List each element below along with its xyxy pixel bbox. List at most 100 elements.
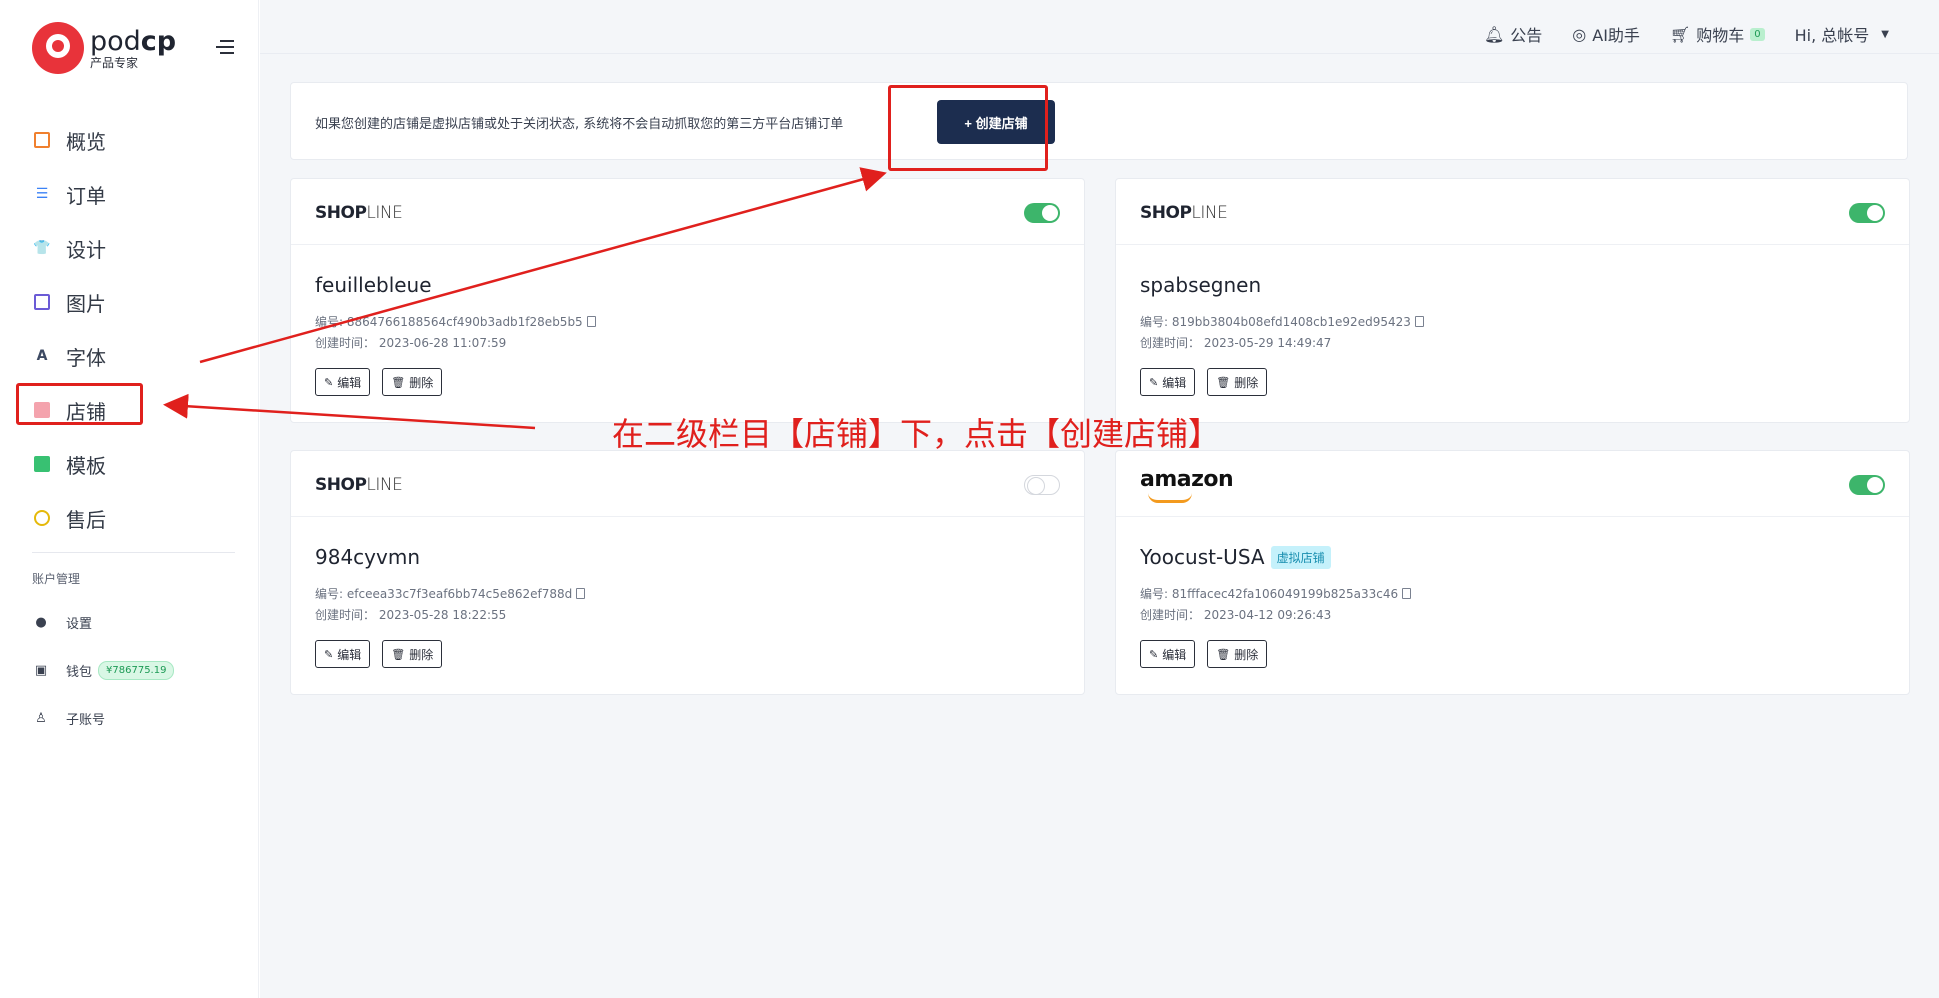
edit-icon: ✎ [324,648,334,661]
sidebar-item-label: 子账号 [66,712,106,728]
virtual-store-badge: 虚拟店铺 [1270,545,1331,569]
annotation-text: 在二级栏目【店铺】下，点击【创建店铺】 [612,415,1221,453]
overview-icon [34,132,50,148]
account-nav: ● 设置 ▣ 钱包 ¥786775.19 ♙ 子账号 [0,598,259,742]
caret-down-icon: ▼ [1881,28,1889,40]
store-id: 编号: 8864766188564cf490b3adb1f28eb5b5 [315,313,596,330]
shop-menu-highlight-box [16,383,143,425]
copy-icon[interactable] [576,588,586,599]
delete-button[interactable]: 🗑︎ 删除 [1207,640,1268,668]
sidebar-item-label: 钱包 [66,664,93,680]
bell-icon: 🔔︎ [1483,24,1505,44]
edit-button[interactable]: ✎ 编辑 [315,368,371,396]
store-name: spabsegnen [1140,273,1262,297]
sidebar-item-wallet[interactable]: ▣ 钱包 ¥786775.19 [0,646,259,694]
sidebar-item-fonts[interactable]: A 字体 [0,329,259,383]
cart-icon: 🛒︎ [1669,24,1691,44]
store-created-time: 创建时间： 2023-04-12 09:26:43 [1140,608,1332,622]
sidebar-item-design[interactable]: 👕 设计 [0,221,259,275]
sidebar-item-label: 设计 [66,237,106,262]
delete-button[interactable]: 🗑︎ 删除 [1207,368,1268,396]
amazon-logo: amazon [1140,467,1234,492]
edit-icon: ✎ [1149,648,1159,661]
sidebar-divider [32,552,235,553]
store-card: SHOPLINE spabsegnen 编号: 819bb3804b08efd1… [1115,178,1910,423]
wallet-icon: ▣ [34,662,48,678]
image-icon [34,294,50,310]
store-card: amazon Yoocust-USA 虚拟店铺 编号: 81fffacec42fa… [1115,450,1910,695]
sidebar-item-label: 设置 [66,616,93,632]
store-enabled-toggle[interactable] [1849,203,1885,223]
store-id: 编号: efceea33c7f3eaf6bb74c5e862ef788d [315,585,586,602]
podcp-logo-icon [32,22,84,74]
store-created-time: 创建时间： 2023-05-28 18:22:55 [315,608,507,622]
store-id: 编号: 81fffacec42fa106049199b825a33c46 [1140,585,1412,602]
trash-icon: 🗑︎ [1216,376,1231,389]
cart-link[interactable]: 🛒︎ 购物车 0 [1670,22,1765,46]
store-name: Yoocust-USA 虚拟店铺 [1140,545,1331,569]
create-button-highlight-box [888,85,1048,171]
store-enabled-toggle[interactable] [1024,475,1060,495]
sidebar-item-orders[interactable]: ☰ 订单 [0,167,259,221]
delete-button[interactable]: 🗑︎ 删除 [382,640,443,668]
sidebar-item-images[interactable]: 图片 [0,275,259,329]
collapse-menu-icon[interactable] [216,40,236,56]
notice-link[interactable]: 🔔︎ 公告 [1484,22,1542,46]
trash-icon: 🗑︎ [391,376,406,389]
sidebar-item-settings[interactable]: ● 设置 [0,598,259,646]
tshirt-icon: 👕 [33,240,51,256]
ai-assistant-link[interactable]: ◎ AI助手 [1572,22,1640,46]
notice-bar: 如果您创建的店铺是虚拟店铺或处于关闭状态, 系统将不会自动抓取您的第三方平台店铺… [290,82,1908,160]
notice-text: 如果您创建的店铺是虚拟店铺或处于关闭状态, 系统将不会自动抓取您的第三方平台店铺… [315,117,844,132]
brand-subtitle: 产品专家 [90,55,139,70]
sidebar-item-label: 图片 [66,291,106,316]
delete-button[interactable]: 🗑︎ 删除 [382,368,443,396]
sidebar-item-label: 概览 [66,129,106,154]
sidebar-item-aftersale[interactable]: 售后 [0,491,259,545]
store-card: SHOPLINE feuillebleue 编号: 8864766188564c… [290,178,1085,423]
store-enabled-toggle[interactable] [1849,475,1885,495]
sidebar-item-label: 字体 [66,345,106,370]
copy-icon[interactable] [586,316,596,327]
user-icon: ● [35,614,47,630]
shopline-logo: SHOPLINE [1140,203,1228,223]
edit-button[interactable]: ✎ 编辑 [1140,368,1196,396]
store-name: feuillebleue [315,273,432,297]
store-id: 编号: 819bb3804b08efd1408cb1e92ed95423 [1140,313,1424,330]
account-section-title: 账户管理 [32,572,81,586]
sidebar-item-label: 订单 [66,183,106,208]
sidebar-item-overview[interactable]: 概览 [0,113,259,167]
font-icon: A [36,348,48,364]
store-enabled-toggle[interactable] [1024,203,1060,223]
sidebar-item-sub-accounts[interactable]: ♙ 子账号 [0,694,259,742]
top-bar: 🔔︎ 公告 ◎ AI助手 🛒︎ 购物车 0 Hi, 总帐号 ▼ [260,12,1939,54]
trash-icon: 🗑︎ [391,648,406,661]
user-menu[interactable]: Hi, 总帐号 ▼ [1795,22,1889,46]
chat-icon [34,510,50,526]
main-nav: 概览 ☰ 订单 👕 设计 图片 A 字体 店铺 模板 售后 [0,113,259,545]
shopline-logo: SHOPLINE [315,203,403,223]
wallet-balance-badge: ¥786775.19 [98,660,175,680]
store-created-time: 创建时间： 2023-06-28 11:07:59 [315,336,507,350]
shopline-logo: SHOPLINE [315,475,403,495]
ai-head-icon: ◎ [1572,24,1587,44]
order-list-icon: ☰ [35,186,49,202]
template-icon [34,456,50,472]
edit-button[interactable]: ✎ 编辑 [1140,640,1196,668]
sidebar-item-label: 模板 [66,453,106,478]
edit-button[interactable]: ✎ 编辑 [315,640,371,668]
sidebar-item-templates[interactable]: 模板 [0,437,259,491]
sidebar: podcp 产品专家 概览 ☰ 订单 👕 设计 图片 A 字体 店铺 模板 售后 账户… [0,0,259,998]
trash-icon: 🗑︎ [1216,648,1231,661]
store-card: SHOPLINE 984cyvmn 编号: efceea33c7f3eaf6bb… [290,450,1085,695]
store-created-time: 创建时间： 2023-05-29 14:49:47 [1140,336,1332,350]
sidebar-item-label: 售后 [66,507,106,532]
logo[interactable]: podcp 产品专家 [32,22,176,74]
amazon-smile-icon [1148,493,1192,503]
copy-icon[interactable] [1402,588,1412,599]
cart-count-badge: 0 [1750,27,1765,41]
brand-name: podcp [90,25,177,57]
store-name: 984cyvmn [315,545,420,569]
copy-icon[interactable] [1414,316,1424,327]
sub-account-icon: ♙ [35,710,47,726]
